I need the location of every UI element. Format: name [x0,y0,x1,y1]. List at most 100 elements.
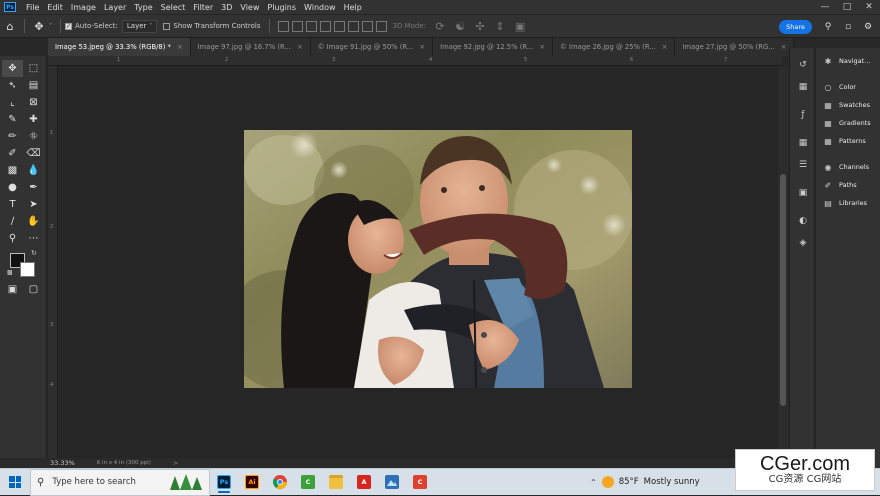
menu-view[interactable]: View [236,3,263,12]
object-select-tool-icon[interactable]: ▤ [23,77,44,94]
panel-gradients[interactable]: ▦ Gradients [816,114,880,132]
more-tools-icon[interactable]: ⋯ [23,230,44,247]
home-icon[interactable]: ⌂ [0,16,20,36]
dodge-tool-icon[interactable]: ● [2,179,23,196]
document-canvas[interactable] [58,66,778,458]
menu-edit[interactable]: Edit [43,3,67,12]
distribute-icon[interactable] [361,20,373,32]
close-icon[interactable]: × [177,43,183,51]
close-icon[interactable]: × [297,43,303,51]
close-icon[interactable]: × [662,43,668,51]
blur-tool-icon[interactable]: 💧 [23,162,44,179]
minimize-icon[interactable]: — [814,0,836,14]
hand-tool-icon[interactable]: ✋ [23,213,44,230]
healing-brush-tool-icon[interactable]: ✚ [23,111,44,128]
panel-paths[interactable]: ✐ Paths [816,176,880,194]
crop-tool-icon[interactable]: ⌞ [2,94,23,111]
show-transform-checkbox[interactable] [163,22,171,30]
tab-image-92[interactable]: Image 92.jpg @ 12.5% (R... × [433,38,554,56]
quick-mask-icon[interactable]: ▣ [2,281,23,298]
zoom-tool-icon[interactable]: ⚲ [2,230,23,247]
layer-select[interactable]: Layer ˅ [121,19,158,33]
character-icon[interactable]: ☰ [790,154,816,176]
tab-image-26[interactable]: © Image 26.jpg @ 25% (R... × [553,38,676,56]
camera-3d-icon[interactable]: ▣ [510,16,530,36]
zoom-level[interactable]: 33.33% [50,459,75,467]
type-tool-icon[interactable]: T [2,196,23,213]
workspace-icon[interactable]: ▫ [840,19,856,35]
menu-window[interactable]: Window [300,3,340,12]
search-icon[interactable]: ⚲ [820,19,836,35]
menu-type[interactable]: Type [130,3,156,12]
align-bottom-icon[interactable] [347,20,359,32]
background-color-swatch[interactable] [20,262,35,277]
frame-tool-icon[interactable]: ⊠ [23,94,44,111]
maximize-icon[interactable]: □ [836,0,858,14]
move-tool-icon[interactable]: ✥ [29,16,49,36]
drag-3d-icon[interactable]: ✣ [470,16,490,36]
clone-stamp-tool-icon[interactable]: ⛗ [23,128,44,145]
panel-libraries[interactable]: ▤ Libraries [816,194,880,212]
properties-icon[interactable]: ƒ [790,104,816,126]
share-button[interactable]: Share [779,20,812,34]
couple-photo[interactable] [244,130,632,388]
taskbar-photoshop[interactable]: Ps [212,471,236,493]
panel-navigator[interactable]: ✱ Navigat... [816,52,880,70]
tab-image-53[interactable]: Image 53.jpeg @ 33.3% (RGB/8) * × [48,38,191,56]
move-tool-icon[interactable]: ✥ [2,60,23,77]
panel-patterns[interactable]: ▦ Patterns [816,132,880,150]
menu-3d[interactable]: 3D [217,3,236,12]
line-tool-icon[interactable]: ∕ [2,213,23,230]
panel-swatches[interactable]: ▦ Swatches [816,96,880,114]
menu-layer[interactable]: Layer [100,3,130,12]
menu-plugins[interactable]: Plugins [263,3,300,12]
panel-channels[interactable]: ◉ Channels [816,158,880,176]
default-colors-icon[interactable]: ▩ [7,269,13,276]
marquee-tool-icon[interactable]: ⬚ [23,60,44,77]
taskbar-acrobat[interactable]: A [352,471,376,493]
brush-tool-icon[interactable]: ✏ [2,128,23,145]
menu-file[interactable]: File [22,3,43,12]
taskbar-file-explorer[interactable] [324,471,348,493]
tab-image-91[interactable]: © Image 91.jpg @ 50% (R... × [310,38,434,56]
close-icon[interactable]: × [539,43,545,51]
styles-icon[interactable]: ◐ [790,210,816,232]
close-icon[interactable]: × [419,43,425,51]
history-icon[interactable]: ↺ [790,54,816,76]
align-right-icon[interactable] [305,20,317,32]
auto-select-checkbox[interactable]: ✓ [65,22,72,30]
adjustments-icon[interactable]: ▦ [790,132,816,154]
taskbar-chrome[interactable] [268,471,292,493]
layers-icon[interactable]: ◈ [790,232,816,254]
settings-icon[interactable]: ⚙ [860,19,876,35]
taskbar-camtasia[interactable]: C [296,471,320,493]
gradient-tool-icon[interactable]: ▩ [2,162,23,179]
pen-tool-icon[interactable]: ✒ [23,179,44,196]
align-center-icon[interactable] [291,20,303,32]
chevron-up-icon[interactable]: ⌃ [590,478,597,487]
vertical-scrollbar[interactable] [778,66,788,458]
tab-image-97[interactable]: Image 97.jpg @ 16.7% (R... × [190,38,311,56]
taskbar-photos[interactable] [380,471,404,493]
align-left-icon[interactable] [277,20,289,32]
align-top-icon[interactable] [319,20,331,32]
menu-image[interactable]: Image [67,3,100,12]
close-icon[interactable]: ✕ [858,0,880,14]
menu-select[interactable]: Select [157,3,190,12]
screen-mode-icon[interactable]: ▢ [23,281,44,298]
history-brush-tool-icon[interactable]: ✐ [2,145,23,162]
comments-icon[interactable]: ▦ [790,76,816,98]
align-middle-icon[interactable] [333,20,345,32]
image-icon[interactable]: ▣ [790,182,816,204]
weather-widget[interactable]: ⌃ 85°F Mostly sunny [584,476,700,488]
orbit-3d-icon[interactable]: ⟳ [430,16,450,36]
swap-colors-icon[interactable]: ↻ [31,249,37,257]
taskbar-search[interactable]: ⚲ Type here to search [30,468,210,496]
eyedropper-tool-icon[interactable]: ✎ [2,111,23,128]
panel-color[interactable]: ○ Color [816,78,880,96]
start-button[interactable] [0,469,30,496]
slide-3d-icon[interactable]: ⇕ [490,16,510,36]
path-select-tool-icon[interactable]: ➤ [23,196,44,213]
chevron-down-icon[interactable]: ˅ [49,23,52,30]
more-options-icon[interactable] [375,20,387,32]
